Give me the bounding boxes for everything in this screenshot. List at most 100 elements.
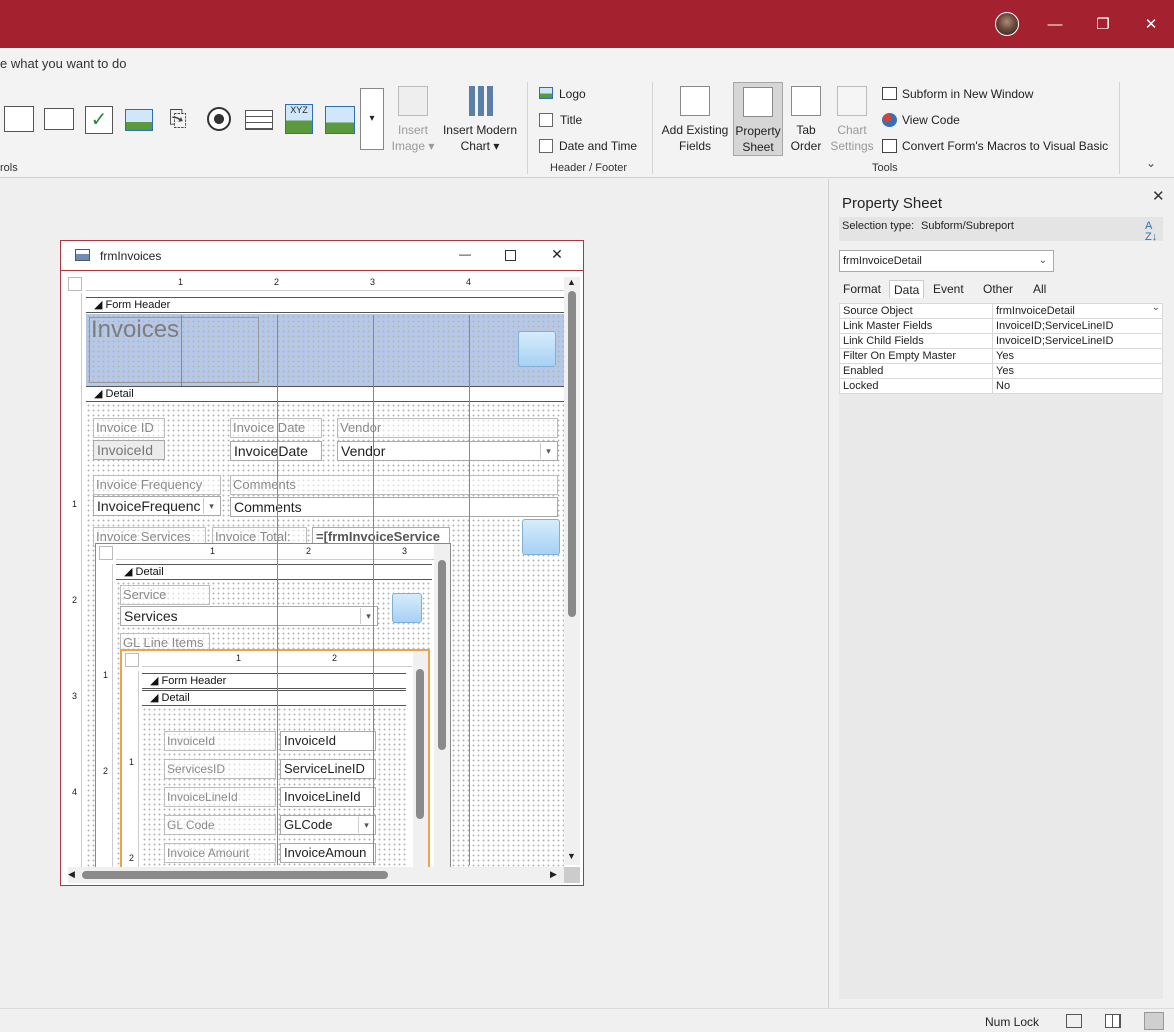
scroll-right-icon[interactable]: ▶ — [550, 869, 557, 880]
services-subform[interactable]: 1 2 3 1 2 ◢ Detail Service Services ▾ GL … — [95, 543, 451, 867]
services-combo[interactable]: Services ▾ — [120, 606, 378, 626]
listbox-control-icon[interactable] — [4, 106, 34, 132]
property-row[interactable]: Link Master Fields InvoiceID;ServiceLineI… — [839, 318, 1163, 334]
gallery-more-button[interactable]: ▾ — [360, 88, 384, 150]
vendor-combo[interactable]: Vendor ▾ — [337, 441, 558, 461]
add-service-button-icon[interactable] — [522, 519, 560, 555]
view-code-button[interactable]: View Code — [902, 113, 960, 127]
logo-button[interactable]: Logo — [559, 87, 586, 101]
design-view-icon[interactable] — [1144, 1012, 1164, 1030]
subform2-header-bar[interactable]: ◢ Form Header — [142, 673, 406, 689]
unbound-object-icon[interactable] — [325, 106, 355, 134]
comments-box[interactable]: Comments — [230, 497, 558, 517]
close-form-button-icon[interactable] — [518, 331, 556, 367]
sort-az-icon[interactable]: A Z↓ — [1145, 221, 1157, 243]
close-button[interactable]: ✕ — [1128, 0, 1174, 48]
tab-all[interactable]: All — [1029, 280, 1050, 298]
checkbox-control-icon[interactable]: ✓ — [85, 106, 113, 134]
close-pane-icon[interactable]: ✕ — [1152, 187, 1165, 205]
resize-grip[interactable] — [564, 867, 580, 883]
frequency-combo[interactable]: InvoiceFrequenc ▾ — [93, 496, 221, 516]
form-header-section[interactable]: Invoices — [86, 314, 564, 386]
chart-control-icon[interactable]: XYZ — [285, 104, 313, 134]
property-value[interactable]: Yes — [992, 363, 1163, 379]
chevron-down-icon[interactable]: ⌄ — [1035, 253, 1051, 269]
gl-field-box[interactable]: InvoiceId — [280, 731, 376, 751]
subform-ruler-corner[interactable] — [99, 546, 113, 560]
comments-label[interactable]: Comments — [230, 475, 558, 495]
property-row[interactable]: Locked No — [839, 378, 1163, 394]
property-sheet-button[interactable]: Property Sheet — [733, 82, 783, 156]
property-value[interactable]: Yes — [992, 348, 1163, 364]
form-close-button[interactable]: ✕ — [549, 246, 565, 263]
invoice-id-box[interactable]: InvoiceId — [93, 440, 165, 460]
frequency-label[interactable]: Invoice Frequency — [93, 475, 221, 495]
ruler-corner[interactable] — [68, 277, 82, 291]
property-row[interactable]: Link Child Fields InvoiceID;ServiceLineID — [839, 333, 1163, 349]
scrollbar-thumb[interactable] — [568, 291, 576, 617]
gl-field-box[interactable]: ServiceLineID — [280, 759, 376, 779]
image-control-icon[interactable] — [125, 109, 153, 131]
invoice-date-label[interactable]: Invoice Date — [230, 418, 322, 438]
date-time-button[interactable]: Date and Time — [559, 139, 637, 153]
gl-line-items-subform[interactable]: 1 2 1 2 ◢ Form Header ◢ Detail InvoiceId… — [120, 649, 430, 867]
property-value[interactable]: No — [992, 378, 1163, 394]
tab-format[interactable]: Format — [839, 280, 885, 298]
form-horizontal-scrollbar[interactable]: ◀ ▶ — [68, 867, 564, 883]
title-button[interactable]: Title — [560, 113, 582, 127]
gl-field-label[interactable]: InvoiceLineId — [164, 787, 276, 807]
detail-bar[interactable]: ◢ Detail — [86, 386, 564, 402]
invoice-date-box[interactable]: InvoiceDate — [230, 441, 322, 461]
tab-control-icon[interactable] — [245, 110, 273, 130]
chevron-down-icon[interactable]: ▾ — [540, 443, 556, 459]
form-view-icon[interactable] — [1066, 1014, 1082, 1028]
convert-macros-button[interactable]: Convert Form's Macros to Visual Basic — [902, 139, 1108, 153]
property-row[interactable]: Enabled Yes — [839, 363, 1163, 379]
tab-data[interactable]: Data — [889, 280, 925, 298]
collapse-ribbon-chevron-icon[interactable]: ⌄ — [1146, 156, 1156, 170]
chart-settings-button[interactable]: Chart Settings — [828, 86, 876, 154]
property-value[interactable]: InvoiceID;ServiceLineID — [992, 318, 1163, 334]
chevron-down-icon[interactable]: ⌄ — [1152, 305, 1160, 314]
form-vertical-scrollbar[interactable]: ▲ ▼ — [564, 277, 580, 865]
form-design-window[interactable]: frmInvoices — ✕ 1 2 3 4 1 2 3 4 ◢ Form H… — [60, 240, 584, 886]
scroll-left-icon[interactable]: ◀ — [68, 869, 75, 880]
subform2-detail-bar[interactable]: ◢ Detail — [142, 690, 406, 706]
chevron-down-icon[interactable]: ▾ — [203, 498, 219, 514]
scrollbar-thumb[interactable] — [82, 871, 388, 879]
property-row[interactable]: Filter On Empty Master Yes — [839, 348, 1163, 364]
insert-modern-chart-button[interactable]: Insert Modern Chart ▾ — [440, 86, 520, 154]
edit-service-button-icon[interactable] — [392, 593, 422, 623]
restore-button[interactable]: ❐ — [1080, 0, 1126, 48]
subform2-scrollbar[interactable] — [413, 651, 428, 867]
object-selector[interactable]: frmInvoiceDetail ⌄ — [839, 250, 1054, 272]
tell-me-text[interactable]: e what you want to do — [0, 56, 126, 71]
option-button-icon[interactable] — [207, 107, 231, 131]
tab-event[interactable]: Event — [929, 280, 968, 298]
scrollbar-thumb[interactable] — [416, 669, 424, 819]
design-canvas[interactable]: ◢ Form Header Invoices ◢ Detail Invoice … — [86, 293, 564, 867]
subform-detail-section[interactable]: Service Services ▾ GL Line Items 1 2 1 2… — [116, 581, 432, 867]
scrollbar-thumb[interactable] — [438, 560, 446, 750]
detail-section[interactable]: Invoice ID InvoiceId Invoice Date Invoic… — [86, 403, 564, 867]
form-minimize-button[interactable]: — — [457, 247, 473, 261]
user-avatar[interactable] — [995, 12, 1019, 36]
gl-field-label[interactable]: Invoice Amount — [164, 843, 276, 863]
property-value[interactable]: InvoiceID;ServiceLineID — [992, 333, 1163, 349]
tab-other[interactable]: Other — [979, 280, 1017, 298]
subform-ruler-corner[interactable] — [125, 653, 139, 667]
form-maximize-button[interactable] — [505, 250, 516, 261]
subform2-detail-section[interactable]: InvoiceId InvoiceId ServicesID ServiceLineI… — [142, 707, 406, 867]
subform-detail-bar[interactable]: ◢ Detail — [116, 564, 432, 580]
gl-field-label[interactable]: GL Code — [164, 815, 276, 835]
vendor-label[interactable]: Vendor — [337, 418, 558, 438]
attachment-control-icon[interactable]: ⎘ — [166, 106, 190, 134]
gl-field-label[interactable]: InvoiceId — [164, 731, 276, 751]
gl-field-box[interactable]: InvoiceLineId — [280, 787, 376, 807]
invoice-id-label[interactable]: Invoice ID — [93, 418, 165, 438]
subform1-scrollbar[interactable] — [434, 544, 450, 867]
tab-order-button[interactable]: Tab Order — [787, 86, 825, 154]
gl-field-box[interactable]: GLCode ▾ — [280, 815, 376, 835]
insert-image-button[interactable]: Insert Image ▾ — [388, 86, 438, 154]
chevron-down-icon[interactable]: ▾ — [358, 817, 374, 833]
